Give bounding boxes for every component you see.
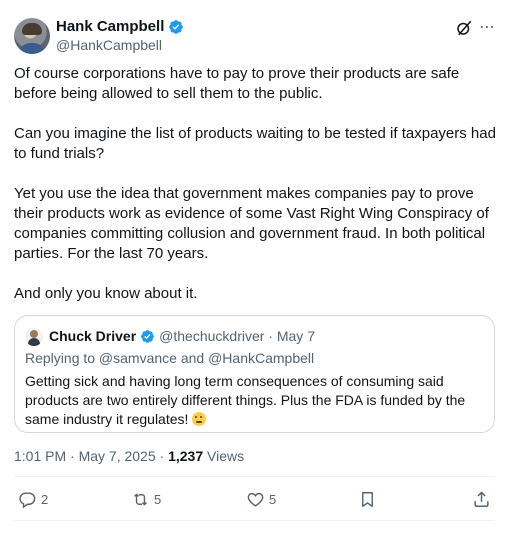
- tweet-timestamp[interactable]: 1:01 PM · May 7, 2025 ·: [14, 448, 168, 464]
- quote-text-block: Getting sick and having long term conseq…: [25, 372, 487, 429]
- bottom-divider: [14, 520, 495, 521]
- quote-author-avatar: [25, 328, 43, 346]
- verified-badge-icon: [141, 329, 155, 343]
- bookmark-button[interactable]: [358, 490, 377, 509]
- like-button[interactable]: 5: [246, 490, 276, 509]
- share-icon: [474, 491, 489, 507]
- repost-icon: [134, 493, 147, 506]
- author-handle[interactable]: @HankCampbell: [56, 37, 162, 53]
- tweet-post: Hank Campbell @HankCampbell ⋯ Of course …: [0, 0, 505, 533]
- reply-button[interactable]: 2: [18, 490, 48, 509]
- like-count: 5: [269, 492, 277, 507]
- heart-icon: [247, 492, 264, 507]
- share-button[interactable]: [472, 490, 491, 509]
- repost-count: 5: [154, 492, 162, 507]
- author-name-row[interactable]: Hank Campbell: [56, 18, 184, 35]
- avatar-shoulders: [17, 43, 47, 54]
- quoted-tweet-card[interactable]: Chuck Driver @thechuckdriver · May 7 Rep…: [14, 315, 495, 433]
- tweet-paragraph: Of course corporations have to pay to pr…: [14, 65, 460, 102]
- verified-badge-icon: [169, 19, 184, 34]
- reply-count: 2: [41, 492, 49, 507]
- tweet-paragraph: Can you imagine the list of products wai…: [14, 125, 496, 162]
- repost-button[interactable]: 5: [131, 490, 161, 509]
- bookmark-icon: [362, 492, 373, 507]
- quote-avatar-head: [30, 330, 38, 338]
- avatar-hair: [22, 23, 42, 35]
- reply-icon: [19, 492, 36, 509]
- more-icon[interactable]: ⋯: [479, 19, 495, 37]
- grok-icon[interactable]: [455, 19, 473, 37]
- quote-handle-date: @thechuckdriver · May 7: [159, 328, 315, 344]
- thinking-face-icon: [192, 412, 207, 426]
- tweet-text: Of course corporations have to pay to pr…: [14, 64, 498, 304]
- quote-name-row: Chuck Driver @thechuckdriver · May 7: [49, 328, 315, 344]
- tweet-paragraph: Yet you use the idea that government mak…: [14, 185, 489, 262]
- views-count: 1,237: [168, 448, 204, 464]
- tweet-paragraph: And only you know about it.: [14, 285, 198, 302]
- quote-replying-to: Replying to @samvance and @HankCampbell: [25, 350, 315, 366]
- quote-avatar-body: [28, 338, 40, 346]
- author-avatar[interactable]: [14, 18, 50, 54]
- divider: [14, 476, 495, 477]
- views-label: Views: [203, 448, 245, 464]
- quote-text: Getting sick and having long term conseq…: [25, 373, 466, 427]
- tweet-meta: 1:01 PM · May 7, 2025 · 1,237 Views: [14, 448, 244, 464]
- quote-author-name: Chuck Driver: [49, 328, 137, 344]
- author-display-name[interactable]: Hank Campbell: [56, 18, 164, 35]
